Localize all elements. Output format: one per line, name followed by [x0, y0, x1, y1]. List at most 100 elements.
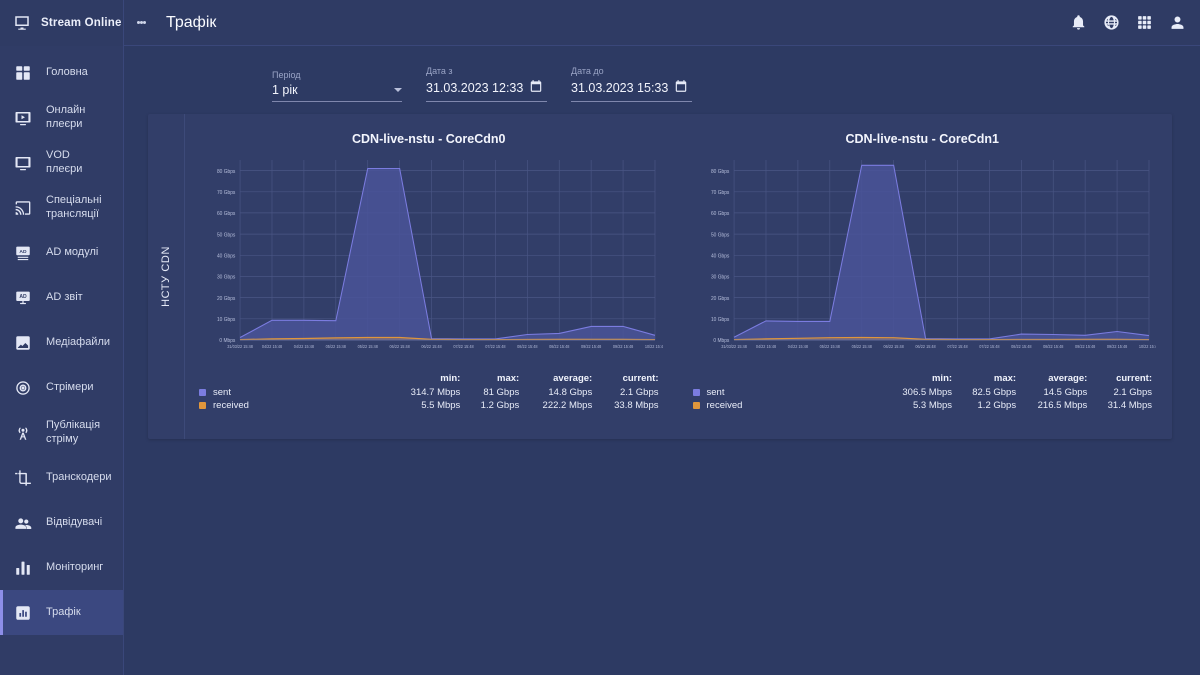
sidebar-item-9[interactable]: Транскодери: [0, 455, 123, 500]
series-average: 216.5 Mbps: [1037, 400, 1088, 411]
sidebar-item-8[interactable]: Публікація стріму: [0, 410, 123, 455]
sidebar-item-4[interactable]: AD AD модулі: [0, 230, 123, 275]
kebab-menu-icon[interactable]: [124, 0, 158, 46]
brand[interactable]: Stream Online: [0, 0, 123, 46]
svg-text:70 Gbps: 70 Gbps: [710, 190, 729, 196]
charts-container: CDN-live-nstu - CoreCdn0 0 Mbps 10 Gbps 20 …: [184, 114, 1172, 439]
svg-text:09/22 15:48: 09/22 15:48: [1075, 344, 1096, 349]
monitoring-icon: [14, 559, 32, 577]
series-current: 2.1 Gbps: [619, 387, 659, 398]
stats-row: received 5.5 Mbps 1.2 Gbps 222.2 Mbps 33.8 M…: [195, 399, 663, 412]
calendar-icon[interactable]: [529, 79, 547, 97]
svg-text:50 Gbps: 50 Gbps: [710, 232, 729, 238]
svg-text:20 Gbps: 20 Gbps: [217, 296, 236, 302]
svg-text:04/22 15:48: 04/22 15:48: [787, 344, 808, 349]
group-label: НСТУ CDN: [160, 246, 172, 307]
sidebar-item-label: Моніторинг: [46, 560, 104, 573]
svg-text:70 Gbps: 70 Gbps: [217, 190, 236, 196]
live-player-icon: [14, 109, 32, 127]
date-to-field: Дата до: [571, 66, 692, 102]
series-name: received: [195, 399, 391, 412]
date-from-control[interactable]: [426, 79, 547, 102]
series-min: 306.5 Mbps: [902, 387, 953, 398]
period-field: Період: [272, 70, 402, 102]
series-max: 1.2 Gbps: [480, 400, 520, 411]
sidebar-item-5[interactable]: AD AD звіт: [0, 275, 123, 320]
stats-header-min: min:: [440, 373, 461, 384]
sidebar-item-2[interactable]: VOD VOD плеєри: [0, 140, 123, 185]
user-account-icon[interactable]: [1169, 14, 1186, 31]
chart-title: CDN-live-nstu - CoreCdn1: [845, 132, 999, 146]
sidebar-item-3[interactable]: Спеціальні трансляції: [0, 185, 123, 230]
sidebar-item-0[interactable]: Головна: [0, 50, 123, 95]
sidebar-item-label: Головна: [46, 65, 88, 78]
svg-text:06/22 15:48: 06/22 15:48: [390, 344, 411, 349]
series-min: 314.7 Mbps: [410, 387, 461, 398]
svg-text:05/22 15:48: 05/22 15:48: [819, 344, 840, 349]
svg-text:04/22 15:48: 04/22 15:48: [755, 344, 776, 349]
svg-text:07/22 15:48: 07/22 15:48: [979, 344, 1000, 349]
legend-swatch: [692, 389, 700, 396]
svg-text:07/22 15:48: 07/22 15:48: [485, 344, 506, 349]
series-name: sent: [689, 386, 885, 399]
sidebar-item-10[interactable]: Відвідувачі: [0, 500, 123, 545]
svg-text:50 Gbps: 50 Gbps: [217, 232, 236, 238]
sidebar-item-label: AD звіт: [46, 290, 83, 303]
chevron-down-icon[interactable]: [394, 88, 402, 92]
period-select[interactable]: [272, 83, 402, 102]
stats-header-max: max:: [497, 373, 520, 384]
sidebar-item-label: Стрімери: [46, 380, 94, 393]
svg-text:09/22 15:48: 09/22 15:48: [613, 344, 634, 349]
svg-text:06/22 15:48: 06/22 15:48: [421, 344, 442, 349]
stats-header-name: [689, 372, 885, 386]
topbar-icons: [1070, 14, 1186, 31]
svg-text:08/22 15:48: 08/22 15:48: [1043, 344, 1064, 349]
svg-text:04/22 15:48: 04/22 15:48: [294, 344, 315, 349]
svg-text:08/22 15:48: 08/22 15:48: [517, 344, 538, 349]
svg-text:10 Gbps: 10 Gbps: [217, 317, 236, 323]
svg-text:31/03/22 15:48: 31/03/22 15:48: [227, 344, 253, 349]
svg-text:09/22 15:48: 09/22 15:48: [581, 344, 602, 349]
series-current: 33.8 Mbps: [614, 400, 659, 411]
svg-text:10/22 15:48: 10/22 15:48: [645, 344, 663, 349]
chart-title: CDN-live-nstu - CoreCdn0: [352, 132, 506, 146]
legend-swatch: [199, 389, 206, 396]
traffic-icon: [14, 604, 32, 622]
svg-text:06/22 15:48: 06/22 15:48: [883, 344, 904, 349]
apps-grid-icon[interactable]: [1136, 14, 1153, 31]
stats-header-average: average:: [1048, 373, 1088, 384]
series-average: 222.2 Mbps: [542, 400, 593, 411]
traffic-panel: НСТУ CDN CDN-live-nstu - CoreCdn0 0 Mbps 1…: [148, 114, 1172, 439]
series-current: 31.4 Mbps: [1107, 400, 1152, 411]
date-from-input[interactable]: [426, 81, 529, 95]
svg-text:04/22 15:48: 04/22 15:48: [262, 344, 283, 349]
sidebar-item-7[interactable]: Стрімери: [0, 365, 123, 410]
date-to-control[interactable]: [571, 79, 692, 102]
sidebar-item-11[interactable]: Моніторинг: [0, 545, 123, 590]
svg-text:10/22 15:48: 10/22 15:48: [1138, 344, 1156, 349]
series-min: 5.3 Mbps: [912, 400, 953, 411]
chart-plot[interactable]: 0 Mbps 10 Gbps 20 Gbps 30 Gbps 40 Gbps 50 Gbp…: [195, 152, 663, 366]
svg-text:10 Gbps: 10 Gbps: [710, 317, 729, 323]
svg-text:05/22 15:48: 05/22 15:48: [358, 344, 379, 349]
notifications-bell-icon[interactable]: [1070, 14, 1087, 31]
sidebar-item-label: VOD плеєри: [46, 148, 83, 175]
series-average: 14.5 Gbps: [1043, 387, 1088, 398]
sidebar-item-label: Публікація стріму: [46, 418, 101, 445]
sidebar-item-12[interactable]: Трафік: [0, 590, 123, 635]
period-value[interactable]: [272, 83, 394, 97]
sidebar-item-1[interactable]: Онлайн плеєри: [0, 95, 123, 140]
panel-side: НСТУ CDN: [148, 114, 184, 439]
sidebar-item-label: Онлайн плеєри: [46, 103, 86, 130]
calendar-icon[interactable]: [674, 79, 692, 97]
language-globe-icon[interactable]: [1103, 14, 1120, 31]
topbar: Трафік: [124, 0, 1200, 46]
chart-plot[interactable]: 0 Mbps 10 Gbps 20 Gbps 30 Gbps 40 Gbps 50 Gbp…: [689, 152, 1156, 366]
svg-text:40 Gbps: 40 Gbps: [217, 253, 236, 259]
svg-text:60 Gbps: 60 Gbps: [710, 211, 729, 217]
date-to-input[interactable]: [571, 81, 674, 95]
date-from-label: Дата з: [426, 66, 453, 76]
sidebar-item-6[interactable]: Медіафайли: [0, 320, 123, 365]
series-max: 82.5 Gbps: [972, 387, 1017, 398]
svg-text:08/22 15:48: 08/22 15:48: [1011, 344, 1032, 349]
